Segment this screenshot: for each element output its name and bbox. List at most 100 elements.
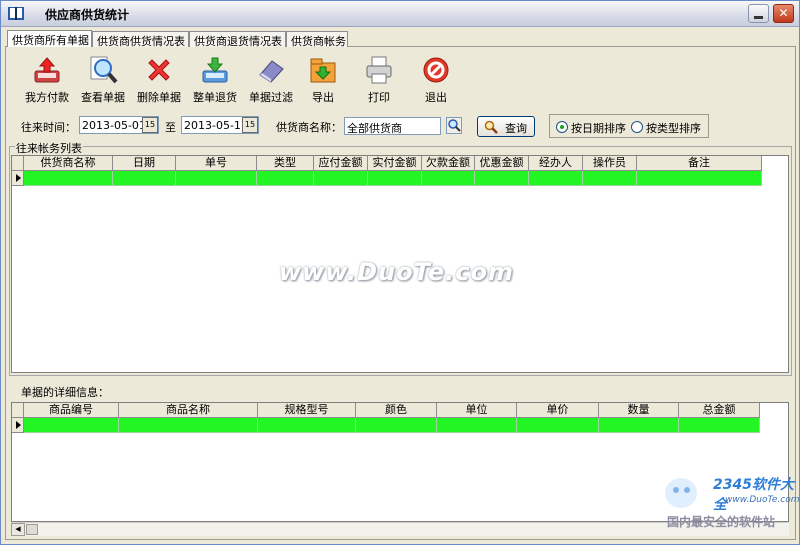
sort-by-date-label: 按日期排序 [571, 122, 626, 135]
scroll-thumb[interactable] [26, 524, 38, 535]
ledger-group-label: 往来帐务列表 [15, 140, 83, 156]
return-all-label: 整单退货 [193, 91, 237, 104]
table-cell[interactable] [314, 171, 368, 186]
row-indicator-icon[interactable] [12, 171, 24, 186]
eraser-icon [259, 60, 284, 83]
printer-icon [366, 56, 392, 84]
tab-label: 供货商帐务 [291, 35, 346, 48]
column-header[interactable]: 操作员 [583, 156, 637, 171]
red-x-icon [148, 59, 170, 81]
filter-document-label: 单据过滤 [249, 91, 293, 104]
table-cell[interactable] [475, 171, 529, 186]
tab-accounts[interactable]: 供货商帐务 [286, 31, 348, 48]
detail-label: 单据的详细信息： [21, 386, 109, 399]
calendar-icon[interactable]: 15 [242, 117, 258, 133]
tab-supply-report[interactable]: 供货商供货情况表 [92, 31, 189, 48]
table-cell[interactable] [637, 171, 762, 186]
logo-url: www.DuoTe.com [725, 495, 800, 505]
table-cell[interactable] [599, 418, 679, 433]
column-header[interactable]: 颜色 [356, 403, 437, 418]
return-all-button[interactable]: 整单退货 [187, 55, 243, 105]
return-tray-icon [202, 57, 228, 83]
tab-label: 供货商供货情况表 [97, 35, 185, 48]
export-icon [310, 58, 336, 83]
exit-button[interactable]: 退出 [408, 55, 464, 105]
table-cell[interactable] [119, 418, 258, 433]
column-header[interactable]: 商品名称 [119, 403, 258, 418]
sort-by-date-radio[interactable] [556, 121, 568, 133]
column-header[interactable]: 备注 [637, 156, 762, 171]
tab-label: 供货商所有单据 [12, 34, 89, 47]
column-header[interactable]: 数量 [599, 403, 679, 418]
row-indicator-header [12, 403, 24, 418]
sort-by-type-label: 按类型排序 [646, 122, 701, 135]
table-cell[interactable] [517, 418, 599, 433]
tab-return-report[interactable]: 供货商退货情况表 [189, 31, 286, 48]
minimize-icon [754, 16, 763, 19]
table-cell[interactable] [113, 171, 176, 186]
magnifier-icon [90, 56, 118, 84]
pay-button[interactable]: 我方付款 [19, 55, 75, 105]
delete-document-button[interactable]: 删除单据 [131, 55, 187, 105]
table-cell[interactable] [356, 418, 437, 433]
column-header[interactable]: 单号 [176, 156, 257, 171]
query-button[interactable]: 查询 [477, 116, 535, 137]
filter-document-button[interactable]: 单据过滤 [243, 55, 299, 105]
export-button[interactable]: 导出 [295, 55, 351, 105]
sort-by-type-radio[interactable] [631, 121, 643, 133]
column-header[interactable]: 实付金额 [368, 156, 422, 171]
supplier-name-input[interactable]: 全部供货商 [344, 117, 441, 135]
table-cell[interactable] [176, 171, 257, 186]
print-label: 打印 [368, 91, 390, 104]
column-header[interactable]: 商品编号 [24, 403, 119, 418]
exit-label: 退出 [425, 91, 447, 104]
row-indicator-icon[interactable] [12, 418, 24, 433]
main-window: 供应商供货统计 ✕ 供货商所有单据 供货商供货情况表 供货商退货情况表 供货商帐… [0, 0, 800, 545]
book-icon [8, 7, 24, 20]
to-label: 至 [165, 121, 176, 134]
view-document-button[interactable]: 查看单据 [75, 55, 131, 105]
print-button[interactable]: 打印 [351, 55, 407, 105]
table-cell[interactable] [529, 171, 583, 186]
column-header[interactable]: 经办人 [529, 156, 583, 171]
column-header[interactable]: 单价 [517, 403, 599, 418]
column-header[interactable]: 欠款金额 [422, 156, 475, 171]
query-label: 查询 [505, 122, 527, 135]
close-button[interactable]: ✕ [773, 4, 794, 23]
tab-label: 供货商退货情况表 [194, 35, 282, 48]
sort-options: 按日期排序 按类型排序 [549, 114, 709, 138]
calendar-icon[interactable]: 15 [142, 117, 158, 133]
table-cell[interactable] [257, 171, 314, 186]
search-icon[interactable] [446, 117, 462, 134]
search-icon [484, 120, 498, 134]
table-cell[interactable] [437, 418, 517, 433]
watermark-text: www.DuoTe.com [279, 258, 514, 286]
pay-label: 我方付款 [25, 91, 69, 104]
column-header[interactable]: 类型 [257, 156, 314, 171]
scroll-left-icon[interactable]: ◀ [11, 523, 25, 536]
row-indicator-header [12, 156, 24, 171]
export-label: 导出 [312, 91, 334, 104]
minimize-button[interactable] [748, 4, 769, 23]
column-header[interactable]: 日期 [113, 156, 176, 171]
table-cell[interactable] [422, 171, 475, 186]
table-cell[interactable] [258, 418, 356, 433]
title-bar[interactable]: 供应商供货统计 ✕ [1, 1, 799, 27]
table-cell[interactable] [24, 171, 113, 186]
table-cell[interactable] [679, 418, 760, 433]
window-title: 供应商供货统计 [45, 8, 130, 22]
table-cell[interactable] [583, 171, 637, 186]
table-cell[interactable] [368, 171, 422, 186]
logo-slogan: 国内最安全的软件站 [667, 515, 776, 529]
table-cell[interactable] [24, 418, 119, 433]
column-header[interactable]: 规格型号 [258, 403, 356, 418]
column-header[interactable]: 总金额 [679, 403, 760, 418]
column-header[interactable]: 应付金额 [314, 156, 368, 171]
time-label: 往来时间： [21, 121, 76, 134]
close-icon: ✕ [778, 6, 789, 20]
tab-all-documents[interactable]: 供货商所有单据 [7, 30, 92, 47]
column-header[interactable]: 优惠金额 [475, 156, 529, 171]
delete-document-label: 删除单据 [137, 91, 181, 104]
column-header[interactable]: 供货商名称 [24, 156, 113, 171]
column-header[interactable]: 单位 [437, 403, 517, 418]
